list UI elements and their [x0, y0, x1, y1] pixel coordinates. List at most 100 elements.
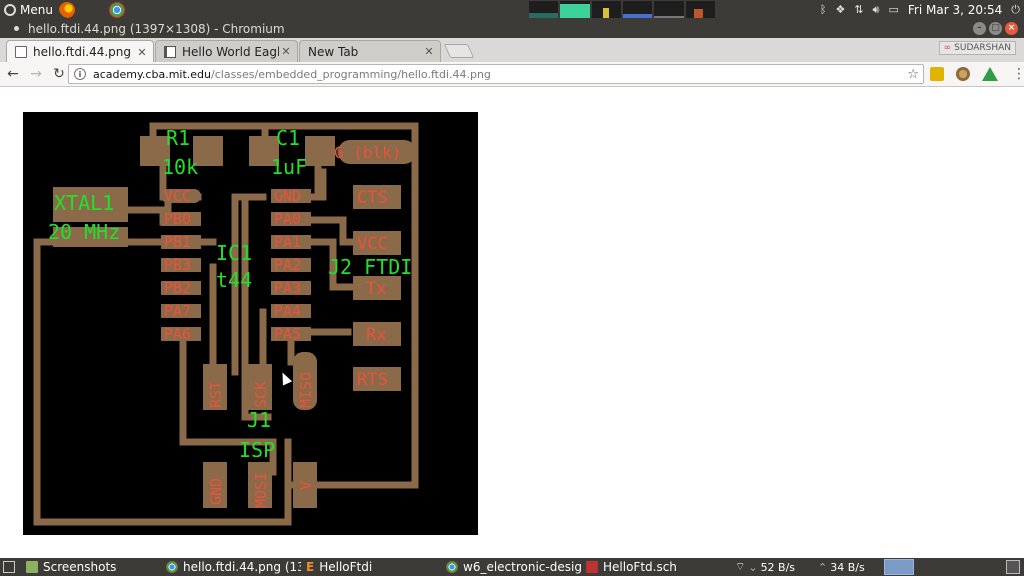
pcb-label-isp-value: ISP — [239, 438, 275, 462]
back-button[interactable]: ← — [3, 64, 23, 84]
page-viewport[interactable]: R1 10k C1 1uF XTAL1 20 MHz IC1 t44 J2 FT… — [0, 88, 1024, 558]
pcb-board-image: R1 10k C1 1uF XTAL1 20 MHz IC1 t44 J2 FT… — [23, 112, 478, 535]
taskbar-item-eagle[interactable]: E HelloFtdi — [306, 558, 441, 576]
profile-icon: ∞ — [943, 43, 952, 53]
pcb-pin-pa5: PA5 — [274, 325, 301, 343]
pcb-label-xtal-value: 20 MHz — [48, 220, 120, 244]
tab-close-icon[interactable]: ✕ — [279, 45, 293, 58]
chromium-icon — [446, 561, 458, 573]
pcb-label-r1: R1 — [166, 126, 190, 150]
tab-close-icon[interactable]: ✕ — [135, 46, 149, 59]
pcb-ftdi-cts: CTS — [357, 188, 388, 208]
folder-icon — [26, 561, 38, 573]
bluetooth-icon[interactable]: ᛒ — [820, 3, 827, 16]
pcb-label-c1: C1 — [276, 126, 300, 150]
net-up-value: 34 B/s — [830, 560, 865, 574]
pcb-pin-pa2: PA2 — [274, 256, 301, 274]
pcb-ftdi-vcc: VCC — [357, 234, 388, 254]
forward-button[interactable]: → — [26, 64, 46, 84]
pcb-pin-pb3: PB3 — [164, 256, 191, 274]
wifi-icon: ⌔ — [735, 560, 746, 573]
pcb-isp-sck: SCK — [252, 381, 270, 408]
bottom-taskbar: Screenshots hello.ftdi.44.png (13... E H… — [0, 558, 1024, 576]
pcb-isp-v: V — [297, 481, 315, 490]
pcb-label-ic: IC1 — [216, 241, 252, 265]
browser-menu-icon[interactable]: ⋮ — [1012, 66, 1024, 82]
firefox-launcher-icon[interactable] — [58, 1, 75, 18]
new-tab-button[interactable] — [443, 44, 475, 58]
power-icon[interactable]: ⏻ — [1011, 3, 1020, 17]
taskbar-item-label: HelloFtdi — [319, 560, 373, 574]
chromium-launcher-icon[interactable] — [108, 1, 125, 18]
tab-hello-world-eagle[interactable]: Hello World Eagle - ✕ — [155, 40, 298, 62]
net-down-value: 52 B/s — [760, 560, 796, 574]
taskbar-item-chromium[interactable]: hello.ftdi.44.png (13... — [166, 558, 301, 576]
pcb-isp-mosi: MOSI — [252, 472, 270, 508]
pcb-label-isp: J1 — [247, 408, 271, 432]
show-desktop-icon[interactable] — [3, 561, 15, 573]
schematic-icon — [586, 561, 598, 573]
google-drive-icon[interactable] — [982, 67, 998, 81]
trash-icon[interactable] — [1006, 560, 1020, 574]
page-icon — [15, 46, 27, 58]
battery-icon[interactable]: ▭ — [888, 3, 898, 16]
pcb-pin-pb2: PB2 — [164, 279, 191, 297]
system-top-panel: Menu ᛒ ❖ ⇅ 🔊︎ ▭ Fri Mar 3, 20:54 ⏻ — [0, 0, 1024, 19]
pcb-label-ftdi: J2 FTDI — [328, 255, 412, 279]
window-indicator-icon — [14, 26, 19, 31]
network-speed-up: ⌃ 34 B/s — [818, 558, 865, 576]
pcb-pin-pb0: PB0 — [164, 210, 191, 228]
reload-button[interactable]: ↻ — [49, 64, 69, 84]
pcb-label-xtal: XTAL1 — [54, 191, 114, 215]
taskbar-item-label: hello.ftdi.44.png (13... — [183, 560, 301, 574]
window-title: hello.ftdi.44.png (1397×1308) - Chromium — [28, 21, 285, 36]
dropbox-icon[interactable]: ❖ — [835, 3, 845, 16]
volume-icon[interactable]: 🔊︎ — [873, 3, 880, 17]
pcb-pin-pa6: PA6 — [164, 325, 191, 343]
taskbar-item-screenshots[interactable]: Screenshots — [26, 558, 161, 576]
pcb-pin-pb1: PB1 — [164, 233, 191, 251]
pcb-label-r1-value: 10k — [162, 155, 198, 179]
taskbar-item-schematic[interactable]: HelloFtd.sch — [586, 558, 721, 576]
menu-label: Menu — [20, 2, 53, 17]
system-monitor-graph — [529, 1, 715, 18]
taskbar-item-chromium-2[interactable]: w6_electronic-desig... — [446, 558, 581, 576]
profile-button[interactable]: ∞ SUDARSHAN — [938, 41, 1016, 55]
profile-name: SUDARSHAN — [954, 43, 1011, 53]
network-transfer-icon[interactable]: ⇅ — [854, 3, 863, 16]
pcb-pin-pa4: PA4 — [274, 302, 301, 320]
url-path: /classes/embedded_programming/hello.ftdi… — [211, 67, 491, 81]
clock[interactable]: Fri Mar 3, 20:54 — [908, 3, 1002, 17]
tab-title: hello.ftdi.44.png (1 — [33, 45, 135, 59]
close-window-button[interactable]: × — [1005, 22, 1018, 35]
pcb-pin-pa1: PA1 — [274, 233, 301, 251]
network-speed-down: ⌔ ⌄ 52 B/s — [735, 558, 795, 576]
workspace-switcher[interactable] — [884, 559, 914, 575]
arrow-up-icon: ⌃ — [818, 560, 828, 574]
bookmark-star-icon[interactable]: ☆ — [907, 67, 919, 82]
taskbar-item-label: HelloFtd.sch — [603, 560, 677, 574]
minimize-button[interactable]: – — [973, 22, 986, 35]
url-host: academy.cba.mit.edu — [93, 67, 212, 81]
eagle-icon: E — [306, 560, 315, 574]
pcb-isp-rst: RST — [207, 381, 225, 408]
chromium-icon — [166, 561, 178, 573]
extension-icon[interactable] — [956, 67, 970, 81]
taskbar-item-label: Screenshots — [43, 560, 117, 574]
pcb-ftdi-tx: Tx — [366, 279, 386, 299]
window-titlebar[interactable]: hello.ftdi.44.png (1397×1308) - Chromium… — [0, 19, 1024, 38]
address-bar[interactable]: i academy.cba.mit.edu/classes/embedded_p… — [68, 64, 924, 84]
maximize-button[interactable]: □ — [989, 22, 1002, 35]
pcb-pin-pa0: PA0 — [274, 210, 301, 228]
extension-icon[interactable] — [930, 67, 944, 81]
arrow-down-icon: ⌄ — [748, 560, 758, 574]
tab-new-tab[interactable]: New Tab ✕ — [299, 40, 441, 62]
book-icon — [164, 45, 176, 58]
site-info-icon[interactable]: i — [74, 68, 86, 80]
tab-hello-ftdi[interactable]: hello.ftdi.44.png (1 ✕ — [6, 40, 154, 63]
pcb-ftdi-rts: RTS — [357, 370, 388, 390]
tab-close-icon[interactable]: ✕ — [422, 45, 436, 58]
applications-menu[interactable]: Menu — [0, 0, 53, 19]
menu-icon — [4, 3, 16, 16]
pcb-pin-pa3: PA3 — [274, 279, 301, 297]
